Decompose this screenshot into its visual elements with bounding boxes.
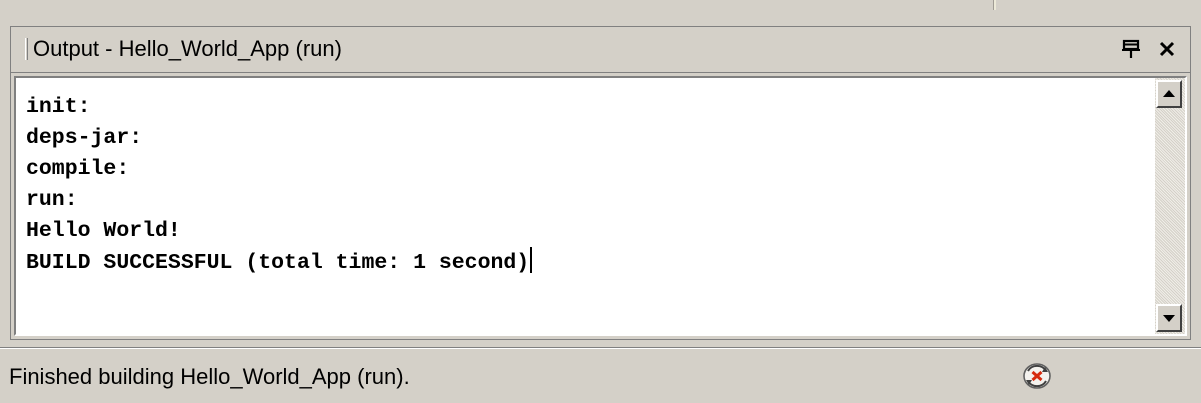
close-button[interactable]: [1152, 33, 1182, 65]
scroll-up-button[interactable]: [1156, 80, 1182, 108]
splitter-handle[interactable]: [993, 0, 996, 10]
output-panel: Output - Hello_World_App (run) init: dep…: [10, 26, 1191, 340]
output-console[interactable]: init: deps-jar: compile: run: Hello Worl…: [14, 76, 1187, 336]
top-edge: [0, 0, 1201, 10]
title-grip-handle[interactable]: [25, 38, 28, 60]
pin-button[interactable]: [1116, 33, 1146, 65]
ide-window: Output - Hello_World_App (run) init: dep…: [0, 0, 1201, 403]
output-title: Output - Hello_World_App (run): [33, 36, 342, 61]
console-line: init:: [26, 95, 91, 119]
scroll-up-arrow-icon: [1163, 90, 1175, 97]
text-caret: [530, 247, 533, 273]
console-line: BUILD SUCCESSFUL (total time: 1 second): [26, 247, 533, 278]
build-progress-button[interactable]: [1020, 359, 1054, 393]
vertical-scrollbar[interactable]: [1155, 78, 1185, 334]
pin-icon: [1122, 39, 1140, 58]
status-text: Finished building Hello_World_App (run).: [9, 364, 410, 389]
console-line: run:: [26, 188, 78, 212]
build-progress-icon: [1023, 363, 1051, 389]
status-separator: [0, 347, 1201, 349]
close-icon: [1159, 41, 1175, 57]
console-line: Hello World!: [26, 219, 181, 243]
scroll-down-arrow-icon: [1163, 315, 1175, 322]
scroll-down-button[interactable]: [1156, 304, 1182, 332]
console-line: compile:: [26, 157, 130, 181]
output-titlebar[interactable]: Output - Hello_World_App (run): [11, 27, 1190, 73]
console-lines: init: deps-jar: compile: run: Hello Worl…: [26, 92, 533, 278]
status-bar: Finished building Hello_World_App (run).: [0, 350, 1201, 403]
console-line: deps-jar:: [26, 126, 143, 150]
